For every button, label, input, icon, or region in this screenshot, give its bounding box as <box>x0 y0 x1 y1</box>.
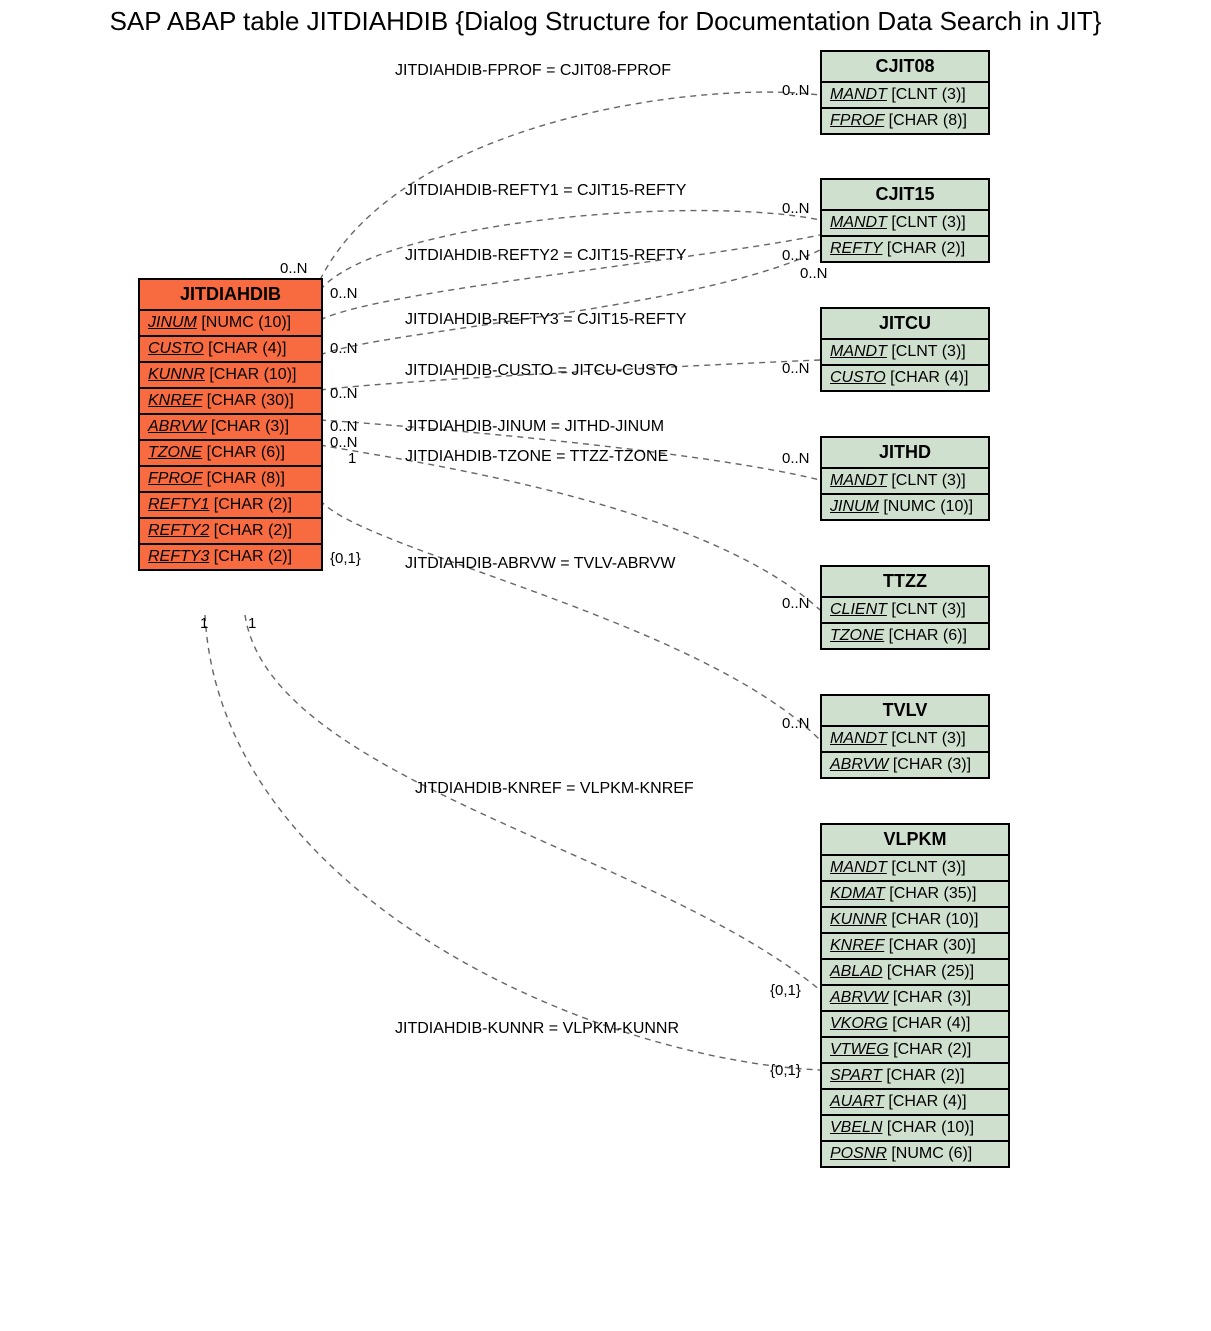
entity-jithd: JITHD MANDT [CLNT (3)] JINUM [NUMC (10)] <box>820 436 990 521</box>
cardinality: 1 <box>248 615 256 632</box>
relation-label: JITDIAHDIB-FPROF = CJIT08-FPROF <box>395 62 671 80</box>
entity-field: REFTY [CHAR (2)] <box>822 237 988 261</box>
cardinality: {0,1} <box>770 982 801 999</box>
entity-field: ABLAD [CHAR (25)] <box>822 960 1008 986</box>
cardinality: 0..N <box>330 385 358 402</box>
entity-field: AUART [CHAR (4)] <box>822 1090 1008 1116</box>
entity-title: CJIT15 <box>822 180 988 211</box>
entity-field: CUSTO [CHAR (4)] <box>822 366 988 390</box>
cardinality: {0,1} <box>330 550 361 567</box>
entity-title: JITDIAHDIB <box>140 280 321 311</box>
relation-label: JITDIAHDIB-REFTY2 = CJIT15-REFTY <box>405 247 686 265</box>
cardinality: 0..N <box>782 595 810 612</box>
relation-label: JITDIAHDIB-TZONE = TTZZ-TZONE <box>405 448 668 466</box>
entity-title: JITHD <box>822 438 988 469</box>
entity-field: MANDT [CLNT (3)] <box>822 856 1008 882</box>
relation-label: JITDIAHDIB-KUNNR = VLPKM-KUNNR <box>395 1020 679 1038</box>
cardinality: 0..N <box>330 285 358 302</box>
entity-field: KUNNR [CHAR (10)] <box>140 363 321 389</box>
entity-field: FPROF [CHAR (8)] <box>140 467 321 493</box>
relation-label: JITDIAHDIB-REFTY1 = CJIT15-REFTY <box>405 182 686 200</box>
entity-field: KNREF [CHAR (30)] <box>140 389 321 415</box>
entity-field: ABRVW [CHAR (3)] <box>822 753 988 777</box>
entity-field: JINUM [NUMC (10)] <box>822 495 988 519</box>
entity-field: MANDT [CLNT (3)] <box>822 211 988 237</box>
entity-field: ABRVW [CHAR (3)] <box>822 986 1008 1012</box>
entity-title: VLPKM <box>822 825 1008 856</box>
relation-label: JITDIAHDIB-ABRVW = TVLV-ABRVW <box>405 555 675 573</box>
entity-cjit08: CJIT08 MANDT [CLNT (3)] FPROF [CHAR (8)] <box>820 50 990 135</box>
entity-field: MANDT [CLNT (3)] <box>822 340 988 366</box>
cardinality: 0..N <box>280 260 308 277</box>
entity-field: MANDT [CLNT (3)] <box>822 727 988 753</box>
entity-field: FPROF [CHAR (8)] <box>822 109 988 133</box>
entity-field: POSNR [NUMC (6)] <box>822 1142 1008 1166</box>
entity-field: ABRVW [CHAR (3)] <box>140 415 321 441</box>
entity-field: KNREF [CHAR (30)] <box>822 934 1008 960</box>
entity-jitcu: JITCU MANDT [CLNT (3)] CUSTO [CHAR (4)] <box>820 307 990 392</box>
entity-field: REFTY1 [CHAR (2)] <box>140 493 321 519</box>
cardinality: 0..N <box>330 434 358 451</box>
entity-field: CUSTO [CHAR (4)] <box>140 337 321 363</box>
entity-ttzz: TTZZ CLIENT [CLNT (3)] TZONE [CHAR (6)] <box>820 565 990 650</box>
relation-label: JITDIAHDIB-KNREF = VLPKM-KNREF <box>415 780 694 798</box>
cardinality: 0..N <box>330 418 358 435</box>
entity-jitdiahdib: JITDIAHDIB JINUM [NUMC (10)] CUSTO [CHAR… <box>138 278 323 571</box>
entity-field: VTWEG [CHAR (2)] <box>822 1038 1008 1064</box>
entity-field: REFTY3 [CHAR (2)] <box>140 545 321 569</box>
entity-field: VKORG [CHAR (4)] <box>822 1012 1008 1038</box>
cardinality: 1 <box>200 615 208 632</box>
entity-field: TZONE [CHAR (6)] <box>822 624 988 648</box>
entity-field: KDMAT [CHAR (35)] <box>822 882 1008 908</box>
entity-field: REFTY2 [CHAR (2)] <box>140 519 321 545</box>
relation-label: JITDIAHDIB-JINUM = JITHD-JINUM <box>405 418 664 436</box>
cardinality: 0..N <box>782 200 810 217</box>
page-title: SAP ABAP table JITDIAHDIB {Dialog Struct… <box>110 6 1102 37</box>
entity-vlpkm: VLPKM MANDT [CLNT (3)] KDMAT [CHAR (35)]… <box>820 823 1010 1168</box>
cardinality: 0..N <box>782 247 810 264</box>
entity-field: MANDT [CLNT (3)] <box>822 83 988 109</box>
cardinality: 0..N <box>800 265 828 282</box>
cardinality: 0..N <box>782 450 810 467</box>
entity-title: TVLV <box>822 696 988 727</box>
relation-label: JITDIAHDIB-CUSTO = JITCU-CUSTO <box>405 362 678 380</box>
cardinality: 0..N <box>330 340 358 357</box>
relation-label: JITDIAHDIB-REFTY3 = CJIT15-REFTY <box>405 311 686 329</box>
entity-tvlv: TVLV MANDT [CLNT (3)] ABRVW [CHAR (3)] <box>820 694 990 779</box>
cardinality: 0..N <box>782 715 810 732</box>
entity-title: TTZZ <box>822 567 988 598</box>
entity-title: CJIT08 <box>822 52 988 83</box>
entity-field: SPART [CHAR (2)] <box>822 1064 1008 1090</box>
cardinality: 0..N <box>782 82 810 99</box>
cardinality: 0..N <box>782 360 810 377</box>
entity-cjit15: CJIT15 MANDT [CLNT (3)] REFTY [CHAR (2)] <box>820 178 990 263</box>
cardinality: {0,1} <box>770 1062 801 1079</box>
entity-field: TZONE [CHAR (6)] <box>140 441 321 467</box>
entity-field: CLIENT [CLNT (3)] <box>822 598 988 624</box>
entity-title: JITCU <box>822 309 988 340</box>
entity-field: MANDT [CLNT (3)] <box>822 469 988 495</box>
entity-field: VBELN [CHAR (10)] <box>822 1116 1008 1142</box>
entity-field: KUNNR [CHAR (10)] <box>822 908 1008 934</box>
cardinality: 1 <box>348 450 356 467</box>
entity-field: JINUM [NUMC (10)] <box>140 311 321 337</box>
